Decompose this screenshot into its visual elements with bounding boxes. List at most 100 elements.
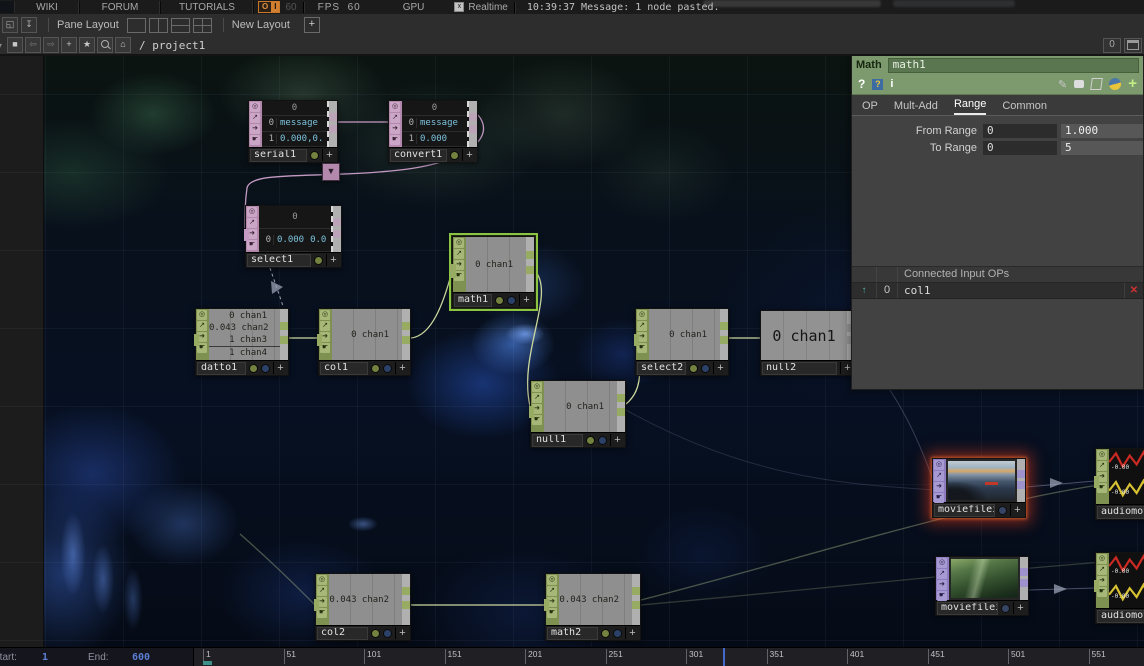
display-flag-dot[interactable] (371, 629, 380, 638)
pane-counter[interactable]: 0 (1103, 38, 1121, 53)
pen-flag-icon[interactable]: ↗ (247, 218, 257, 228)
node-null2[interactable]: 0 chan1null2+ (760, 310, 856, 376)
node-viewer-body[interactable]: 00message10.000,0. (262, 101, 329, 147)
add-layout-button[interactable]: + (304, 17, 320, 33)
node-moviefilein6[interactable]: ◎↗➜☛moviefilein6+ (935, 556, 1029, 616)
perform-mode-toggle[interactable]: O I (258, 1, 280, 13)
tab-mult-add[interactable]: Mult-Add (894, 100, 938, 115)
node-viewer-body[interactable]: 0 chan1 (544, 381, 617, 432)
pick-flag-icon[interactable]: ☛ (250, 135, 260, 145)
output-port[interactable] (720, 322, 728, 330)
docked-dat-icon[interactable]: ▼ (322, 163, 340, 181)
node-select2[interactable]: ◎↗➜☛0 chan1select2+ (635, 308, 729, 376)
display-flag-dot[interactable] (689, 364, 698, 373)
node-viewer-body[interactable]: -0.00-0.00 (1109, 449, 1144, 504)
viewer-flag-icon[interactable]: ◎ (197, 310, 207, 320)
layout-preset-hsplit[interactable] (171, 18, 190, 33)
output-port[interactable] (402, 601, 410, 609)
viewer-flag-icon[interactable]: ◎ (547, 575, 557, 585)
comment-icon[interactable] (1074, 80, 1084, 88)
realtime-label[interactable]: Realtime (468, 2, 507, 13)
node-name[interactable]: convert1 (390, 149, 447, 162)
input-port[interactable] (1094, 580, 1099, 592)
forward-button[interactable]: ⇨ (43, 37, 59, 53)
output-port[interactable] (402, 322, 410, 330)
add-parameter-icon[interactable]: + (1128, 77, 1137, 91)
layout-preset-single[interactable] (127, 18, 146, 33)
node-name[interactable]: datto1 (197, 362, 246, 375)
input-port[interactable] (317, 334, 322, 346)
viewer-flag-icon[interactable]: ◎ (1097, 450, 1107, 460)
node-viewer-body[interactable]: 0 chan1 (761, 311, 847, 360)
timeline-tick[interactable]: 151 (445, 649, 462, 664)
output-port[interactable] (617, 408, 625, 416)
tab-common[interactable]: Common (1002, 100, 1047, 115)
bookmark-star-button[interactable]: ★ (79, 37, 95, 53)
python-icon[interactable] (1108, 77, 1123, 92)
back-button[interactable]: ⇦ (25, 37, 41, 53)
node-name[interactable]: col1 (320, 362, 368, 375)
app-icon[interactable] (0, 1, 15, 13)
display-flag-dot[interactable] (310, 151, 319, 160)
node-viewer-body[interactable]: 00message10.000 (402, 101, 469, 147)
output-port[interactable] (632, 587, 640, 595)
pen-flag-icon[interactable]: ↗ (250, 113, 260, 123)
node-viewer-body[interactable]: -0.00-0.00 (1109, 553, 1144, 608)
output-port[interactable] (280, 322, 288, 330)
node-name[interactable]: null1 (532, 434, 583, 447)
output-port[interactable] (329, 125, 337, 133)
window-icon[interactable]: ◱ (2, 17, 18, 33)
render-flag-dot[interactable] (1001, 604, 1010, 613)
node-viewer-body[interactable]: 0 chan10.043 chan21 chan31 chan4 (209, 309, 280, 360)
input-port[interactable] (244, 229, 249, 241)
input-port[interactable] (194, 334, 199, 346)
node-math2[interactable]: ◎↗➜☛0.043 chan2math2+ (545, 573, 641, 641)
viewer-flag-icon[interactable]: ◎ (454, 238, 464, 248)
timeline-range-handle[interactable] (203, 661, 212, 665)
page-icon[interactable] (1090, 78, 1103, 90)
pen-flag-icon[interactable]: ↗ (934, 471, 944, 481)
up-arrow-icon[interactable]: ↑ (852, 283, 877, 298)
node-expand-button[interactable]: + (610, 434, 624, 446)
input-port[interactable] (450, 264, 456, 278)
param-value-field[interactable]: 0 (983, 141, 1057, 155)
output-port[interactable] (526, 266, 534, 274)
node-expand-button[interactable]: + (395, 362, 409, 374)
node-expand-button[interactable]: + (1010, 504, 1024, 516)
node-name[interactable]: moviefilein6 (937, 602, 998, 615)
export-flag-icon[interactable]: ➜ (390, 124, 400, 134)
node-expand-button[interactable]: + (395, 627, 409, 639)
node-viewer-body[interactable]: 000.0000.0 (259, 206, 333, 252)
home-network-button[interactable]: ⌂ (115, 37, 131, 53)
pen-flag-icon[interactable]: ↗ (1097, 461, 1107, 471)
pen-flag-icon[interactable]: ↗ (937, 569, 947, 579)
render-flag-dot[interactable] (598, 436, 607, 445)
node-name[interactable]: moviefilein5 (934, 504, 995, 517)
node-name[interactable]: select1 (247, 254, 311, 267)
node-name[interactable]: math1 (454, 294, 492, 307)
menu-item-wiki[interactable]: WIKI (15, 1, 80, 14)
output-port[interactable] (526, 251, 534, 259)
output-port[interactable] (469, 125, 477, 133)
output-port[interactable] (329, 113, 337, 121)
node-serial1[interactable]: ◎↗➜☛00message10.000,0.serial1+ (248, 100, 338, 163)
timeline-tick[interactable]: 401 (847, 649, 864, 664)
pen-flag-icon[interactable]: ↗ (454, 249, 464, 259)
node-math1[interactable]: ◎↗➜☛0 chan1math1+ (452, 236, 535, 308)
node-expand-button[interactable]: + (326, 254, 340, 266)
node-name[interactable]: select2 (637, 362, 686, 375)
pen-flag-icon[interactable]: ↗ (532, 393, 542, 403)
node-expand-button[interactable]: + (519, 294, 533, 306)
pen-flag-icon[interactable]: ↗ (637, 321, 647, 331)
timeline-tick[interactable]: 501 (1008, 649, 1025, 664)
node-audiomoviein1[interactable]: ◎↗➜☛-0.00-0.00audiomovi+ (1095, 448, 1144, 520)
node-convert1[interactable]: ◎↗➜☛00message10.000convert1+ (388, 100, 478, 163)
pencil-icon[interactable]: ✎ (1058, 78, 1067, 91)
pick-flag-icon[interactable]: ☛ (247, 240, 257, 250)
viewer-flag-icon[interactable]: ◎ (637, 310, 647, 320)
node-viewer-body[interactable] (946, 459, 1017, 502)
param-expression-field[interactable]: 1.000 (1061, 124, 1143, 138)
node-col2[interactable]: ◎↗➜☛0.043 chan2col2+ (315, 573, 411, 641)
tab-op[interactable]: OP (862, 100, 878, 115)
output-port[interactable] (1017, 481, 1025, 489)
